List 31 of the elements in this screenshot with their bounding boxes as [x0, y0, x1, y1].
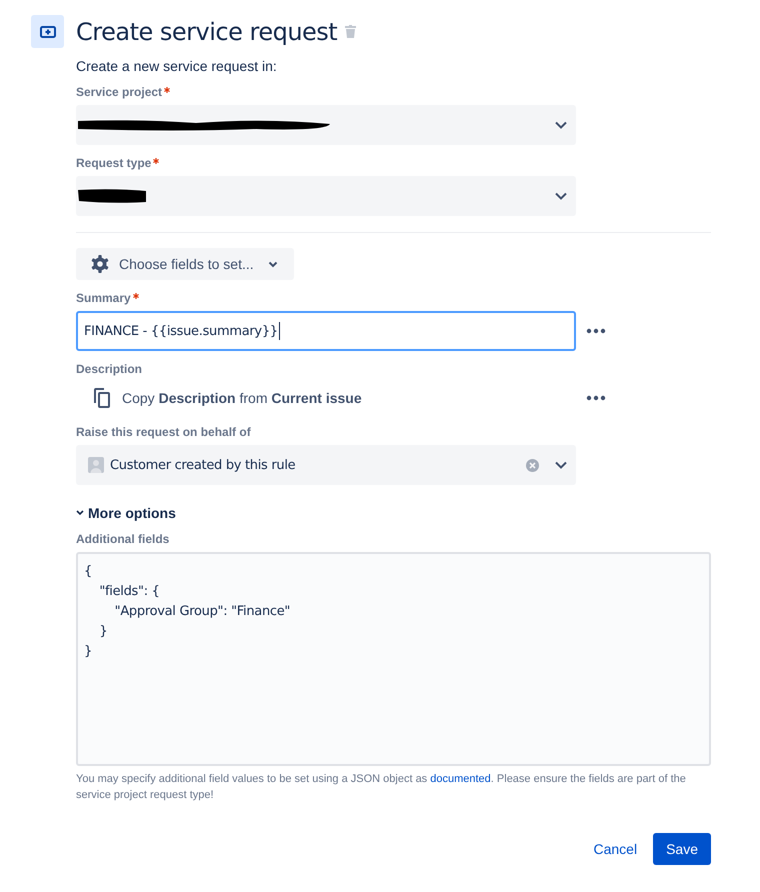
customer-select[interactable]: Customer created by this rule	[76, 445, 576, 485]
chevron-down-icon	[268, 260, 278, 268]
chevron-down-icon	[76, 510, 84, 516]
select-field[interactable]	[76, 176, 576, 216]
choose-fields-button[interactable]: Choose fields to set...	[76, 248, 294, 280]
field-label: Description	[76, 362, 142, 376]
more-icon[interactable]	[586, 328, 606, 334]
chevron-down-icon	[555, 121, 567, 129]
documented-link[interactable]: documented	[430, 773, 491, 785]
settings-icon	[90, 254, 110, 274]
field-label: Summary	[76, 291, 131, 305]
chevron-down-icon	[555, 461, 567, 469]
field-label: Raise this request on behalf of	[76, 425, 251, 439]
summary-field[interactable]: FINANCE - {{issue.summary}}	[76, 311, 576, 351]
help-text: You may specify additional field values to be set using a JSON object as documented. Please ensure the fields are part of the service project request type!	[76, 772, 687, 803]
intro-text: Create a new service request in:	[76, 58, 278, 74]
json-field[interactable]: { "fields": { "Approval Group": "Finance" } }	[76, 552, 711, 766]
more-icon[interactable]	[586, 395, 606, 401]
screen-plus-icon	[31, 15, 64, 48]
page-title: Create service request	[76, 18, 338, 46]
copy-icon	[94, 388, 110, 408]
more-options-toggle[interactable]: More options	[76, 505, 176, 521]
avatar-icon	[88, 457, 104, 473]
select-field[interactable]	[76, 105, 576, 145]
chevron-down-icon	[555, 192, 567, 200]
field-label: Additional fields	[76, 532, 170, 546]
cancel-button[interactable]: Cancel	[589, 835, 642, 863]
field-label: Request type	[76, 156, 152, 170]
save-button[interactable]: Save	[653, 833, 711, 865]
field-label: Service project	[76, 85, 162, 99]
copy-description-text: Copy Description from Current issue	[122, 390, 362, 406]
